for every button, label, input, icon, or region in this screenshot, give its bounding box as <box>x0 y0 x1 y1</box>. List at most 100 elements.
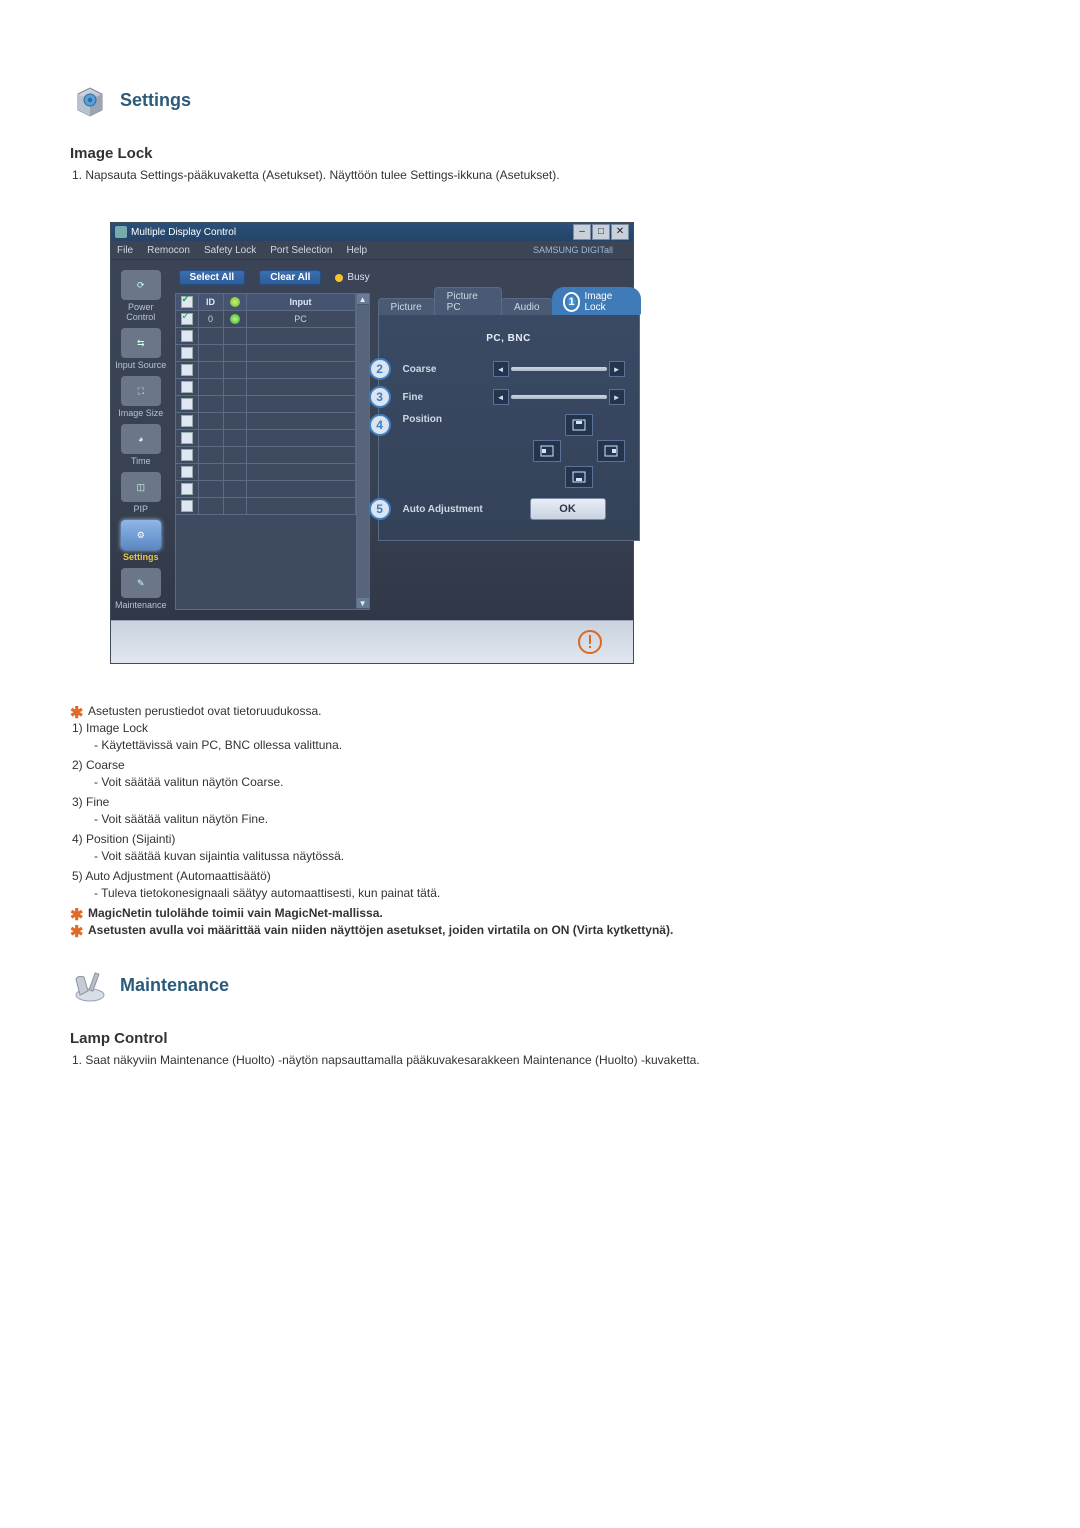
note-item-1: 1) Image Lock <box>72 721 1020 735</box>
sidebar-settings[interactable]: ⚙ Settings <box>115 520 167 562</box>
note-star-1: ✱Asetusten perustiedot ovat tietoruuduko… <box>70 704 1020 718</box>
fine-left-icon[interactable]: ◄ <box>493 389 509 405</box>
input-source-icon: ⇆ <box>121 328 161 358</box>
position-right-button[interactable] <box>597 440 625 462</box>
lamp-control-heading: Lamp Control <box>70 1030 1020 1047</box>
app-icon <box>115 226 127 238</box>
note-item-2-sub: - Voit säätää valitun näytön Coarse. <box>94 775 1020 789</box>
fine-slider[interactable]: ◄ ► <box>493 389 625 405</box>
settings-header: Settings <box>70 80 1020 120</box>
callout-3: 3 <box>369 386 391 408</box>
tab-picture-pc[interactable]: Picture PC <box>434 287 502 315</box>
sidebar-time[interactable]: ◕ Time <box>115 424 167 466</box>
settings-icon <box>70 80 110 120</box>
notes-block: ✱Asetusten perustiedot ovat tietoruuduko… <box>70 704 1020 937</box>
sidebar-pip[interactable]: ◫ PIP <box>115 472 167 514</box>
fine-label: Fine <box>403 392 485 403</box>
status-bar <box>111 620 633 663</box>
time-icon: ◕ <box>121 424 161 454</box>
window-title: Multiple Display Control <box>131 227 236 238</box>
row-id: 0 <box>199 311 224 328</box>
col-id: ID <box>199 294 224 311</box>
close-button[interactable]: ✕ <box>611 224 629 240</box>
sidebar-input-source[interactable]: ⇆ Input Source <box>115 328 167 370</box>
tab-picture[interactable]: Picture <box>378 298 435 315</box>
select-all-button[interactable]: Select All <box>179 270 246 285</box>
position-left-button[interactable] <box>533 440 561 462</box>
note-item-5: 5) Auto Adjustment (Automaattisäätö) <box>72 869 1020 883</box>
image-lock-panel: PC, BNC 2 Coarse ◄ ► <box>378 315 640 541</box>
image-size-icon: ⛶ <box>121 376 161 406</box>
coarse-label: Coarse <box>403 364 485 375</box>
menu-file[interactable]: File <box>117 245 133 256</box>
note-star-3: ✱Asetusten avulla voi määrittää vain nii… <box>70 923 1020 937</box>
image-lock-heading: Image Lock <box>70 145 1020 162</box>
scroll-down-icon[interactable]: ▼ <box>357 598 369 609</box>
grid-scrollbar[interactable]: ▲ ▼ <box>357 293 370 610</box>
col-input: Input <box>247 294 356 311</box>
sidebar: ⟳ Power Control ⇆ Input Source ⛶ Image S… <box>111 260 171 620</box>
warning-icon <box>577 629 603 655</box>
position-up-button[interactable] <box>565 414 593 436</box>
header-checkbox[interactable] <box>181 296 193 308</box>
brand-label: SAMSUNG DIGITall <box>533 245 613 255</box>
sidebar-power-control[interactable]: ⟳ Power Control <box>115 270 167 322</box>
coarse-slider[interactable]: ◄ ► <box>493 361 625 377</box>
power-icon: ⟳ <box>121 270 161 300</box>
note-item-4: 4) Position (Sijainti) <box>72 832 1020 846</box>
callout-1: 1 <box>563 292 581 312</box>
callout-5: 5 <box>369 498 391 520</box>
maintenance-head-icon <box>70 965 110 1005</box>
row-status-icon <box>230 314 240 324</box>
window-titlebar: Multiple Display Control – □ ✕ <box>111 223 633 241</box>
settings-side-icon: ⚙ <box>121 520 161 550</box>
note-item-3: 3) Fine <box>72 795 1020 809</box>
settings-step-1: 1. Napsauta Settings-pääkuvaketta (Asetu… <box>72 168 1020 182</box>
note-star-2: ✱MagicNetin tulolähde toimii vain MagicN… <box>70 906 1020 920</box>
note-item-3-sub: - Voit säätää valitun näytön Fine. <box>94 812 1020 826</box>
table-row[interactable]: 0 PC <box>176 311 356 328</box>
fine-right-icon[interactable]: ► <box>609 389 625 405</box>
panel-group-title: PC, BNC <box>393 333 625 344</box>
minimize-button[interactable]: – <box>573 224 591 240</box>
note-item-5-sub: - Tuleva tietokonesignaali säätyy automa… <box>94 886 1020 900</box>
scroll-up-icon[interactable]: ▲ <box>357 294 369 305</box>
row-input: PC <box>247 311 356 328</box>
menubar: File Remocon Safety Lock Port Selection … <box>111 241 633 260</box>
tab-image-lock[interactable]: 1 Image Lock <box>552 287 641 315</box>
pip-icon: ◫ <box>121 472 161 502</box>
menu-remocon[interactable]: Remocon <box>147 245 190 256</box>
coarse-left-icon[interactable]: ◄ <box>493 361 509 377</box>
tab-audio[interactable]: Audio <box>501 298 553 315</box>
settings-title: Settings <box>120 90 191 111</box>
callout-4: 4 <box>369 414 391 436</box>
note-item-2: 2) Coarse <box>72 758 1020 772</box>
display-grid: ID Input 0 PC <box>175 293 370 610</box>
auto-adjust-label: Auto Adjustment <box>403 504 503 515</box>
menu-safety-lock[interactable]: Safety Lock <box>204 245 256 256</box>
sidebar-image-size[interactable]: ⛶ Image Size <box>115 376 167 418</box>
coarse-right-icon[interactable]: ► <box>609 361 625 377</box>
row-checkbox[interactable] <box>181 313 193 325</box>
maintenance-step-1: 1. Saat näkyviin Maintenance (Huolto) -n… <box>72 1053 1020 1067</box>
power-status-icon <box>230 297 240 307</box>
callout-2: 2 <box>369 358 391 380</box>
busy-indicator: Busy <box>335 272 369 283</box>
clear-all-button[interactable]: Clear All <box>259 270 321 285</box>
menu-help[interactable]: Help <box>346 245 367 256</box>
position-down-button[interactable] <box>565 466 593 488</box>
app-screenshot: Multiple Display Control – □ ✕ File Remo… <box>110 222 632 664</box>
busy-dot-icon <box>335 274 343 282</box>
maintenance-icon: ✎ <box>121 568 161 598</box>
note-item-1-sub: - Käytettävissä vain PC, BNC ollessa val… <box>94 738 1020 752</box>
position-label: Position <box>403 414 485 425</box>
position-pad <box>533 414 625 488</box>
sidebar-maintenance[interactable]: ✎ Maintenance <box>115 568 167 610</box>
menu-port-selection[interactable]: Port Selection <box>270 245 332 256</box>
maintenance-header: Maintenance <box>70 965 1020 1005</box>
maximize-button[interactable]: □ <box>592 224 610 240</box>
maintenance-title: Maintenance <box>120 975 229 996</box>
note-item-4-sub: - Voit säätää kuvan sijaintia valitussa … <box>94 849 1020 863</box>
ok-button[interactable]: OK <box>530 498 606 520</box>
settings-tabs: Picture Picture PC Audio 1 Image Lock <box>378 293 640 315</box>
